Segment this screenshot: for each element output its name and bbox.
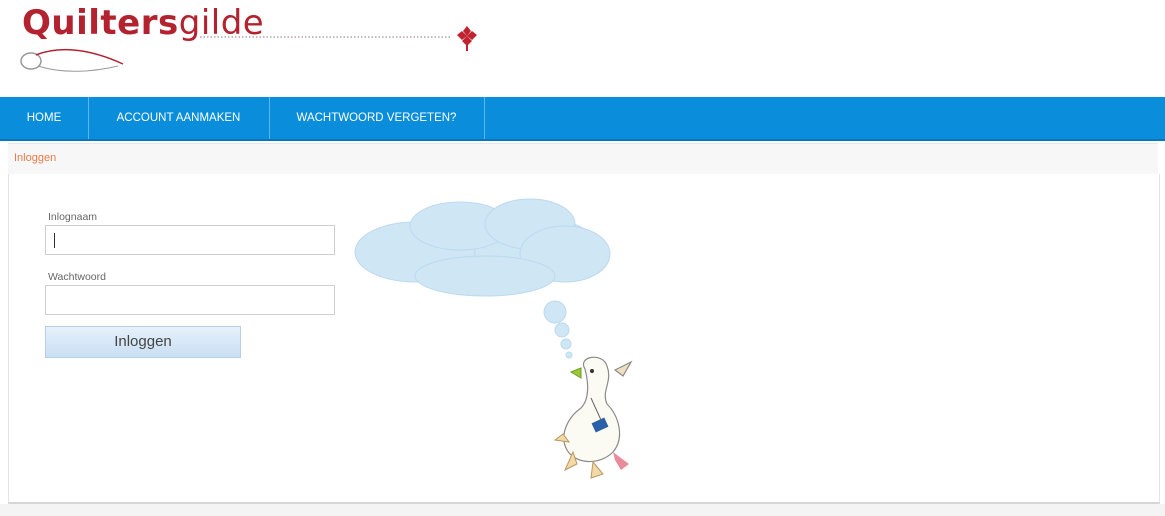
logo-dotted-line-icon <box>200 36 452 38</box>
main-nav: HOME ACCOUNT AANMAKEN WACHTWOORD VERGETE… <box>0 97 1165 141</box>
login-panel: Inlognaam Wachtwoord Inloggen <box>8 174 1160 504</box>
username-label: Inlognaam <box>48 211 98 223</box>
site-header: Quiltersgilde <box>0 0 1165 97</box>
nav-item-home[interactable]: HOME <box>0 97 89 139</box>
login-button[interactable]: Inloggen <box>45 326 241 358</box>
nav-item-forgot-password[interactable]: WACHTWOORD VERGETEN? <box>269 97 485 139</box>
username-field[interactable] <box>45 225 335 255</box>
thread-swirl-icon <box>20 48 124 72</box>
breadcrumb-current: Inloggen <box>14 152 57 164</box>
quilt-flower-icon <box>457 26 477 51</box>
password-field[interactable] <box>45 285 335 315</box>
nav-item-create-account[interactable]: ACCOUNT AANMAKEN <box>88 97 270 139</box>
goose-thought-cloud-illustration <box>354 198 633 479</box>
breadcrumb: Inloggen <box>8 143 1158 175</box>
footer-strip <box>0 504 1165 516</box>
logo-bold-text: Quilters <box>22 3 179 43</box>
text-caret <box>54 233 55 248</box>
password-label: Wachtwoord <box>48 271 106 283</box>
